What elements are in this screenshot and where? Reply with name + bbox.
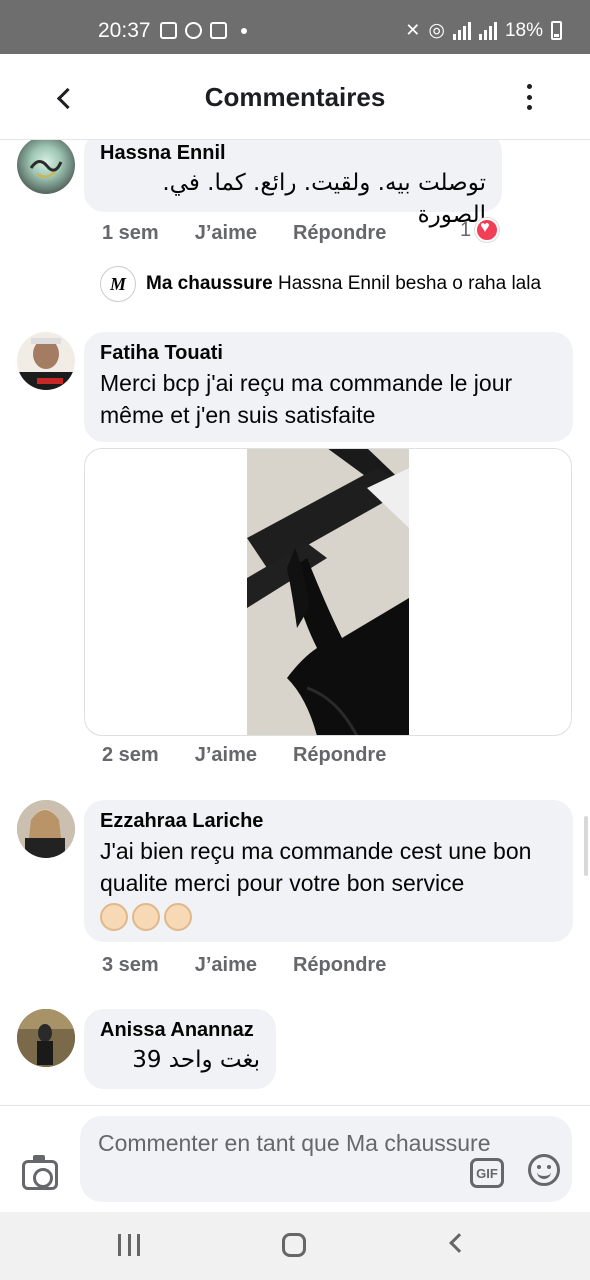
avatar-calligraphy-icon <box>29 160 63 178</box>
avatar-photo-icon <box>17 338 75 390</box>
clap-emojis <box>100 903 557 931</box>
reply-button[interactable]: Répondre <box>293 744 386 767</box>
clapping-hands-icon <box>164 903 192 931</box>
reaction-summary[interactable]: 1 <box>460 218 500 242</box>
recent-apps-button[interactable] <box>118 1234 140 1256</box>
reply-preview-text: Ma chaussure Hassna Ennil besha o raha l… <box>146 273 541 295</box>
avatar[interactable] <box>17 1009 75 1067</box>
comment-actions: 1 sem J’aime Répondre <box>102 222 386 245</box>
comment-time: 1 sem <box>102 222 159 244</box>
gif-button[interactable]: GIF <box>470 1158 504 1188</box>
status-right: ✕ ◎ 18% <box>405 19 562 42</box>
camera-icon[interactable] <box>22 1155 58 1190</box>
reaction-count: 1 <box>460 218 472 241</box>
reply-button[interactable]: Répondre <box>293 222 386 245</box>
more-options-button[interactable] <box>524 84 534 110</box>
comment-time: 3 sem <box>102 954 159 976</box>
comment-bubble[interactable]: Ezzahraa Lariche J'ai bien reçu ma comma… <box>84 800 573 942</box>
comments-list[interactable]: Hassna Ennil توصلت بيه. ولقيت. رائع. كما… <box>0 140 590 1105</box>
clapping-hands-icon <box>132 903 160 931</box>
status-bar: 20:37 ✕ ◎ 18% <box>0 0 590 54</box>
emoji-icon[interactable] <box>528 1154 560 1186</box>
comment-author[interactable]: Hassna Ennil <box>100 142 486 165</box>
shoe-photo <box>247 449 409 735</box>
avatar[interactable] <box>17 140 75 194</box>
heart-icon <box>475 218 500 242</box>
comment-text: بغت واحد 39 <box>132 1047 260 1073</box>
comments-header: Commentaires <box>0 54 590 140</box>
gallery-icon <box>160 22 177 39</box>
like-button[interactable]: J’aime <box>195 222 257 245</box>
status-time: 20:37 <box>98 19 151 42</box>
app-notification-icon <box>210 22 227 39</box>
reply-text: Hassna Ennil besha o raha lala <box>278 273 542 294</box>
battery-icon <box>551 21 562 40</box>
messenger-icon <box>185 22 202 39</box>
comment-text: Merci bcp j'ai reçu ma commande le jour … <box>100 370 513 428</box>
signal-icon-2 <box>478 21 497 40</box>
comment-bubble[interactable]: Anissa Anannaz بغت واحد 39 <box>84 1009 276 1089</box>
comment-actions: 3 sem J’aime Répondre <box>102 954 386 977</box>
comment-author[interactable]: Ezzahraa Lariche <box>100 810 557 833</box>
more-notifications-icon <box>241 27 247 34</box>
comment-composer: Commenter en tant que Ma chaussure GIF <box>0 1105 590 1212</box>
comment-actions: 2 sem J’aime Répondre <box>102 744 386 767</box>
page-title: Commentaires <box>204 82 386 112</box>
avatar[interactable] <box>17 800 75 858</box>
avatar[interactable] <box>17 332 75 390</box>
scrollbar[interactable] <box>584 816 588 876</box>
reply-author[interactable]: Ma chaussure <box>146 273 273 294</box>
reply-preview[interactable]: M Ma chaussure Hassna Ennil besha o raha… <box>100 266 541 302</box>
clapping-hands-icon <box>100 903 128 931</box>
system-nav-bar <box>0 1212 590 1280</box>
comment-author[interactable]: Anissa Anannaz <box>100 1019 260 1042</box>
comment-bubble[interactable]: Hassna Ennil توصلت بيه. ولقيت. رائع. كما… <box>84 140 502 228</box>
notification-icons <box>160 22 247 39</box>
comment-time: 2 sem <box>102 744 159 766</box>
attached-photo[interactable] <box>247 449 409 735</box>
comment-author[interactable]: Fatiha Touati <box>100 342 557 365</box>
comment-bubble[interactable]: Fatiha Touati Merci bcp j'ai reçu ma com… <box>84 332 573 442</box>
avatar-photo-icon <box>17 1009 75 1067</box>
system-back-button[interactable] <box>449 1233 469 1253</box>
page-avatar[interactable]: M <box>100 266 136 302</box>
reply-button[interactable]: Répondre <box>293 954 386 977</box>
home-button[interactable] <box>282 1233 306 1257</box>
like-button[interactable]: J’aime <box>195 744 257 767</box>
comment-text: J'ai bien reçu ma commande cest une bon … <box>100 838 532 896</box>
like-button[interactable]: J’aime <box>195 954 257 977</box>
signal-icon-1 <box>452 21 471 40</box>
mute-icon: ✕ <box>405 20 421 40</box>
avatar-photo-icon <box>17 800 75 858</box>
battery-percent: 18% <box>504 19 543 41</box>
comment-attachment[interactable] <box>84 448 572 736</box>
hotspot-icon: ◎ <box>428 20 445 41</box>
